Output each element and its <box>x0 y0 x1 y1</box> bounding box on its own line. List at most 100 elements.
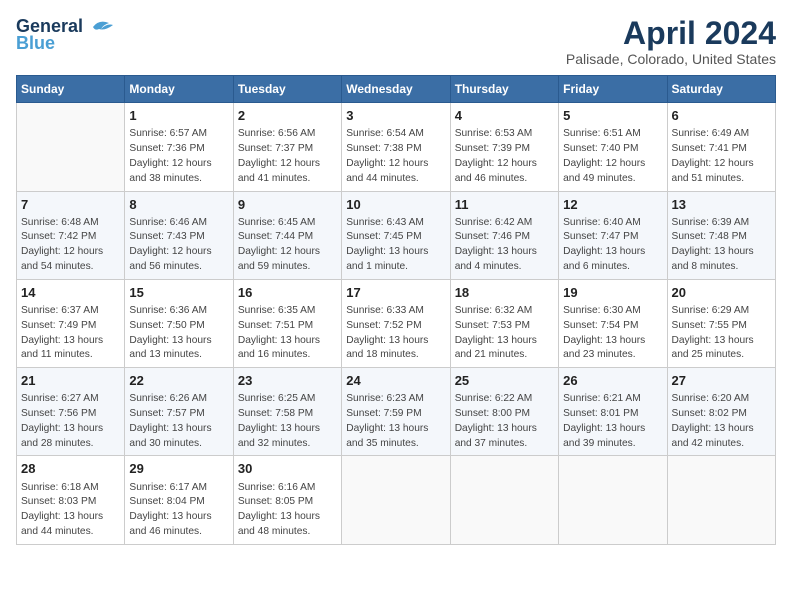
day-info: Sunrise: 6:49 AM Sunset: 7:41 PM Dayligh… <box>672 127 771 186</box>
calendar-week-1: 1 Sunrise: 6:57 AM Sunset: 7:36 PM Daylig… <box>17 103 776 191</box>
calendar-table: SundayMondayTuesdayWednesdayThursdayFrid… <box>16 75 776 545</box>
header-day-tuesday: Tuesday <box>233 76 341 103</box>
day-number: 18 <box>455 284 554 302</box>
day-info: Sunrise: 6:35 AM Sunset: 7:51 PM Dayligh… <box>238 304 337 363</box>
day-info: Sunrise: 6:32 AM Sunset: 7:53 PM Dayligh… <box>455 304 554 363</box>
calendar-cell: 23 Sunrise: 6:25 AM Sunset: 7:58 PM Dayli… <box>233 368 341 456</box>
calendar-cell: 26 Sunrise: 6:21 AM Sunset: 8:01 PM Dayli… <box>559 368 667 456</box>
day-number: 17 <box>346 284 445 302</box>
calendar-cell: 24Sunrise: 6:23 AM Sunset: 7:59 PM Dayli… <box>342 368 450 456</box>
header-day-friday: Friday <box>559 76 667 103</box>
day-number: 2 <box>238 107 337 125</box>
logo-bird-icon <box>85 17 113 37</box>
day-number: 16 <box>238 284 337 302</box>
title-area: April 2024 Palisade, Colorado, United St… <box>566 16 776 67</box>
calendar-cell: 9Sunrise: 6:45 AM Sunset: 7:44 PM Daylig… <box>233 191 341 279</box>
calendar-cell: 20Sunrise: 6:29 AM Sunset: 7:55 PM Dayli… <box>667 279 775 367</box>
day-info: Sunrise: 6:23 AM Sunset: 7:59 PM Dayligh… <box>346 392 445 451</box>
header-day-sunday: Sunday <box>17 76 125 103</box>
header-day-wednesday: Wednesday <box>342 76 450 103</box>
day-info: Sunrise: 6:48 AM Sunset: 7:42 PM Dayligh… <box>21 216 120 275</box>
calendar-cell: 19Sunrise: 6:30 AM Sunset: 7:54 PM Dayli… <box>559 279 667 367</box>
day-info: Sunrise: 6:40 AM Sunset: 7:47 PM Dayligh… <box>563 216 662 275</box>
day-info: Sunrise: 6:37 AM Sunset: 7:49 PM Dayligh… <box>21 304 120 363</box>
day-info: Sunrise: 6:26 AM Sunset: 7:57 PM Dayligh… <box>129 392 228 451</box>
day-info: Sunrise: 6:43 AM Sunset: 7:45 PM Dayligh… <box>346 216 445 275</box>
day-number: 22 <box>129 372 228 390</box>
header-day-saturday: Saturday <box>667 76 775 103</box>
header: General Blue April 2024 Palisade, Colora… <box>16 16 776 67</box>
day-number: 19 <box>563 284 662 302</box>
day-number: 10 <box>346 196 445 214</box>
calendar-cell: 22 Sunrise: 6:26 AM Sunset: 7:57 PM Dayli… <box>125 368 233 456</box>
calendar-header-row: SundayMondayTuesdayWednesdayThursdayFrid… <box>17 76 776 103</box>
day-info: Sunrise: 6:57 AM Sunset: 7:36 PM Dayligh… <box>129 127 228 186</box>
day-number: 14 <box>21 284 120 302</box>
day-number: 26 <box>563 372 662 390</box>
calendar-cell: 10 Sunrise: 6:43 AM Sunset: 7:45 PM Dayli… <box>342 191 450 279</box>
day-number: 6 <box>672 107 771 125</box>
day-number: 8 <box>129 196 228 214</box>
calendar-cell: 12Sunrise: 6:40 AM Sunset: 7:47 PM Dayli… <box>559 191 667 279</box>
calendar-cell: 6 Sunrise: 6:49 AM Sunset: 7:41 PM Daylig… <box>667 103 775 191</box>
calendar-cell: 25 Sunrise: 6:22 AM Sunset: 8:00 PM Dayli… <box>450 368 558 456</box>
day-number: 21 <box>21 372 120 390</box>
day-info: Sunrise: 6:51 AM Sunset: 7:40 PM Dayligh… <box>563 127 662 186</box>
calendar-cell: 3 Sunrise: 6:54 AM Sunset: 7:38 PM Daylig… <box>342 103 450 191</box>
day-info: Sunrise: 6:39 AM Sunset: 7:48 PM Dayligh… <box>672 216 771 275</box>
day-info: Sunrise: 6:25 AM Sunset: 7:58 PM Dayligh… <box>238 392 337 451</box>
day-info: Sunrise: 6:22 AM Sunset: 8:00 PM Dayligh… <box>455 392 554 451</box>
calendar-cell: 11 Sunrise: 6:42 AM Sunset: 7:46 PM Dayli… <box>450 191 558 279</box>
header-day-thursday: Thursday <box>450 76 558 103</box>
day-info: Sunrise: 6:46 AM Sunset: 7:43 PM Dayligh… <box>129 216 228 275</box>
calendar-cell: 8 Sunrise: 6:46 AM Sunset: 7:43 PM Daylig… <box>125 191 233 279</box>
day-number: 11 <box>455 196 554 214</box>
header-day-monday: Monday <box>125 76 233 103</box>
day-info: Sunrise: 6:56 AM Sunset: 7:37 PM Dayligh… <box>238 127 337 186</box>
logo-blue: Blue <box>16 33 55 54</box>
calendar-cell: 16 Sunrise: 6:35 AM Sunset: 7:51 PM Dayli… <box>233 279 341 367</box>
day-number: 15 <box>129 284 228 302</box>
day-number: 7 <box>21 196 120 214</box>
day-info: Sunrise: 6:42 AM Sunset: 7:46 PM Dayligh… <box>455 216 554 275</box>
day-info: Sunrise: 6:17 AM Sunset: 8:04 PM Dayligh… <box>129 481 228 540</box>
day-info: Sunrise: 6:36 AM Sunset: 7:50 PM Dayligh… <box>129 304 228 363</box>
calendar-cell: 5 Sunrise: 6:51 AM Sunset: 7:40 PM Daylig… <box>559 103 667 191</box>
day-number: 23 <box>238 372 337 390</box>
calendar-subtitle: Palisade, Colorado, United States <box>566 51 776 67</box>
calendar-body: 1 Sunrise: 6:57 AM Sunset: 7:36 PM Daylig… <box>17 103 776 545</box>
day-info: Sunrise: 6:20 AM Sunset: 8:02 PM Dayligh… <box>672 392 771 451</box>
day-info: Sunrise: 6:33 AM Sunset: 7:52 PM Dayligh… <box>346 304 445 363</box>
calendar-cell: 4 Sunrise: 6:53 AM Sunset: 7:39 PM Daylig… <box>450 103 558 191</box>
day-number: 29 <box>129 460 228 478</box>
day-number: 28 <box>21 460 120 478</box>
calendar-cell <box>559 456 667 544</box>
calendar-title: April 2024 <box>566 16 776 51</box>
calendar-week-2: 7 Sunrise: 6:48 AM Sunset: 7:42 PM Daylig… <box>17 191 776 279</box>
calendar-cell: 28 Sunrise: 6:18 AM Sunset: 8:03 PM Dayli… <box>17 456 125 544</box>
day-number: 5 <box>563 107 662 125</box>
day-info: Sunrise: 6:18 AM Sunset: 8:03 PM Dayligh… <box>21 481 120 540</box>
calendar-cell <box>17 103 125 191</box>
calendar-cell: 14 Sunrise: 6:37 AM Sunset: 7:49 PM Dayli… <box>17 279 125 367</box>
day-number: 25 <box>455 372 554 390</box>
day-info: Sunrise: 6:16 AM Sunset: 8:05 PM Dayligh… <box>238 481 337 540</box>
day-number: 1 <box>129 107 228 125</box>
day-info: Sunrise: 6:21 AM Sunset: 8:01 PM Dayligh… <box>563 392 662 451</box>
calendar-cell <box>667 456 775 544</box>
calendar-cell: 18 Sunrise: 6:32 AM Sunset: 7:53 PM Dayli… <box>450 279 558 367</box>
calendar-cell: 30Sunrise: 6:16 AM Sunset: 8:05 PM Dayli… <box>233 456 341 544</box>
day-info: Sunrise: 6:54 AM Sunset: 7:38 PM Dayligh… <box>346 127 445 186</box>
day-number: 27 <box>672 372 771 390</box>
logo: General Blue <box>16 16 113 54</box>
calendar-cell: 13Sunrise: 6:39 AM Sunset: 7:48 PM Dayli… <box>667 191 775 279</box>
calendar-cell <box>450 456 558 544</box>
day-number: 4 <box>455 107 554 125</box>
day-info: Sunrise: 6:53 AM Sunset: 7:39 PM Dayligh… <box>455 127 554 186</box>
calendar-cell: 29 Sunrise: 6:17 AM Sunset: 8:04 PM Dayli… <box>125 456 233 544</box>
day-info: Sunrise: 6:29 AM Sunset: 7:55 PM Dayligh… <box>672 304 771 363</box>
calendar-cell: 2 Sunrise: 6:56 AM Sunset: 7:37 PM Daylig… <box>233 103 341 191</box>
calendar-cell: 7 Sunrise: 6:48 AM Sunset: 7:42 PM Daylig… <box>17 191 125 279</box>
calendar-week-4: 21Sunrise: 6:27 AM Sunset: 7:56 PM Dayli… <box>17 368 776 456</box>
day-number: 3 <box>346 107 445 125</box>
